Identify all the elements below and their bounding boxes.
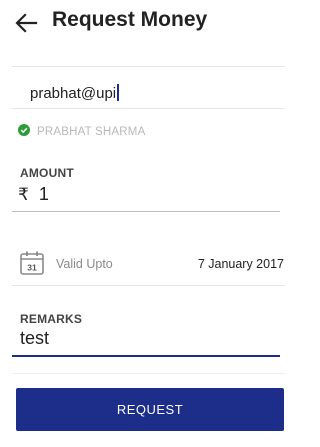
remarks-input[interactable]: test <box>20 328 49 349</box>
amount-label: AMOUNT <box>20 166 74 180</box>
check-circle-icon <box>18 124 30 136</box>
text-cursor <box>117 84 119 101</box>
arrow-left-icon <box>15 13 38 33</box>
back-button[interactable] <box>12 9 40 37</box>
calendar-day: 31 <box>27 263 37 273</box>
vpa-input-text: prabhat@upi <box>30 85 117 102</box>
request-button[interactable]: REQUEST <box>16 388 284 431</box>
vpa-input[interactable]: prabhat@upi <box>30 84 119 102</box>
valid-upto-date[interactable]: 7 January 2017 <box>198 257 284 271</box>
amount-underline <box>12 211 280 212</box>
amount-field[interactable]: ₹1 <box>18 184 49 205</box>
form-bottom-divider <box>12 373 285 374</box>
calendar-icon[interactable]: 31 <box>19 250 45 276</box>
vpa-input-underline <box>12 108 285 109</box>
top-app-bar: Request Money <box>0 0 297 50</box>
valid-upto-label: Valid Upto <box>56 257 113 271</box>
header-divider <box>12 66 285 67</box>
rupee-symbol: ₹ <box>18 185 29 204</box>
verified-payee-row: PRABHAT SHARMA <box>18 122 145 138</box>
page-title: Request Money <box>52 8 208 31</box>
remarks-label: REMARKS <box>20 312 83 326</box>
verified-payee-name: PRABHAT SHARMA <box>37 126 146 138</box>
validity-divider <box>12 285 285 286</box>
remarks-underline <box>12 355 280 357</box>
amount-value: 1 <box>38 184 49 204</box>
